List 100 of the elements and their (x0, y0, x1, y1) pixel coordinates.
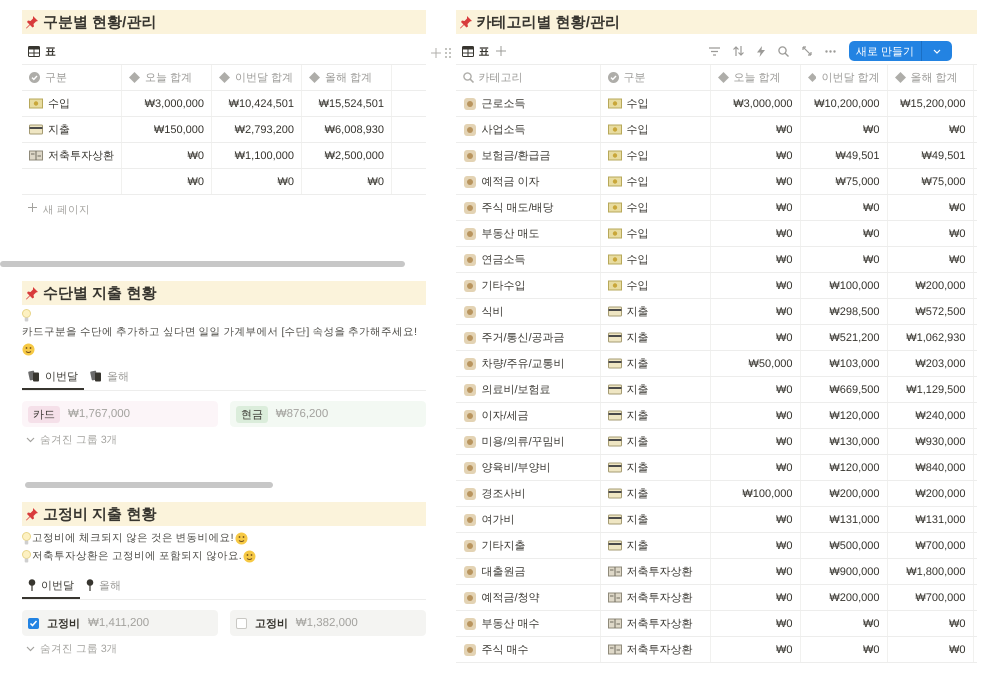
category-label[interactable]: 의료비/보험료 (482, 382, 551, 397)
column-header: 오늘 합계 (145, 71, 192, 85)
type-label: 지출 (626, 461, 649, 475)
table-cell: ₩0 (776, 540, 793, 552)
category-label[interactable]: 기타지출 (482, 538, 526, 553)
diamond-icon (219, 72, 230, 83)
type-label: 저축투자상환 (48, 149, 114, 163)
type-label: 지출 (626, 539, 649, 553)
lightbulb-icon (22, 532, 31, 545)
scrollbar[interactable] (0, 261, 405, 267)
search-icon[interactable] (778, 46, 789, 56)
section-title: 고정비 지출 현황 (43, 504, 156, 524)
category-label[interactable]: 주식 매수 (482, 642, 529, 657)
type-label: 저축투자상환 (626, 565, 693, 579)
category-label[interactable]: 이자/세금 (482, 408, 529, 423)
category-label[interactable]: 사업소득 (482, 122, 526, 137)
pin-icon (25, 15, 39, 29)
view-tab[interactable]: 표 (462, 44, 490, 58)
ledger-icon (608, 592, 622, 603)
note-text: 카드구분을 수단에 추가하고 싶다면 일일 가계부에서 [수단] 속성을 추가해주세요! (22, 325, 418, 340)
table-cell: ₩131,000 (829, 514, 880, 526)
table-cell: ₩0 (776, 254, 793, 266)
lightning-icon[interactable] (756, 46, 765, 56)
more-icon[interactable] (824, 50, 836, 52)
pin-icon (25, 507, 39, 521)
chevron-down-icon (26, 437, 35, 443)
table-cell: ₩200,000 (829, 488, 880, 500)
group-label: 고정비 (47, 616, 80, 630)
category-label[interactable]: 근로소득 (482, 96, 526, 111)
smiley-icon (242, 550, 256, 563)
table-cell: ₩10,200,000 (814, 98, 880, 110)
banknote-icon (608, 254, 622, 265)
group-amount: ₩1,767,000 (68, 408, 130, 420)
table-cell: ₩900,000 (829, 566, 880, 578)
type-label: 수입 (626, 123, 649, 137)
table-cell: ₩0 (776, 618, 793, 630)
category-label[interactable]: 양육비/부양비 (482, 460, 551, 475)
checkbox[interactable] (236, 618, 247, 628)
category-label[interactable]: 연금소득 (482, 252, 526, 267)
plus-icon[interactable] (496, 46, 506, 56)
view-tab[interactable]: 이번달 (22, 364, 84, 390)
type-label: 저축투자상환 (626, 591, 693, 605)
scrollbar[interactable] (25, 482, 273, 488)
diamond-icon (718, 72, 729, 83)
type-label: 수입 (626, 175, 649, 189)
tile-icon (462, 356, 477, 370)
category-label[interactable]: 예적금/청약 (482, 590, 540, 605)
type-label: 지출 (626, 409, 649, 423)
column-header: 올해 합계 (325, 71, 372, 85)
tile-icon (462, 486, 477, 500)
category-label[interactable]: 식비 (482, 304, 504, 319)
type-label: 지출 (626, 435, 649, 449)
banknote-icon (608, 150, 622, 161)
table-cell: ₩103,000 (829, 358, 880, 370)
expand-icon[interactable] (802, 46, 812, 56)
category-label[interactable]: 경조사비 (482, 486, 526, 501)
table-cell: ₩0 (863, 202, 880, 214)
category-label[interactable]: 주식 매도/배당 (482, 200, 554, 215)
category-label[interactable]: 기타수입 (482, 278, 526, 293)
tile-icon (462, 538, 477, 552)
category-label[interactable]: 예적금 이자 (482, 174, 540, 189)
view-tab[interactable]: 이번달 (22, 573, 80, 599)
tile-icon (462, 252, 477, 266)
table-cell: ₩0 (776, 592, 793, 604)
banknote-icon (608, 202, 622, 213)
credit-card-icon (608, 514, 622, 525)
category-label[interactable]: 부동산 매수 (482, 616, 540, 631)
view-tab[interactable]: 표 (28, 44, 56, 58)
caret-icon (933, 48, 941, 54)
table-cell: ₩0 (776, 176, 793, 188)
type-label: 지출 (626, 383, 649, 397)
search-icon (462, 72, 474, 83)
sort-icon[interactable] (732, 46, 744, 56)
credit-card-icon (608, 488, 622, 499)
checkbox[interactable] (28, 618, 39, 628)
new-button[interactable]: 새로 만들기 (848, 41, 952, 61)
check-circle-icon (29, 72, 40, 83)
credit-card-icon (608, 332, 622, 343)
filter-icon[interactable] (708, 46, 720, 56)
category-label[interactable]: 미용/의류/꾸밈비 (482, 434, 565, 449)
category-label[interactable]: 대출원금 (482, 564, 526, 579)
tile-icon (462, 408, 477, 422)
table-cell: ₩0 (949, 618, 966, 630)
diamond-icon (129, 72, 140, 83)
plus-icon[interactable] (430, 48, 441, 58)
category-label[interactable]: 차량/주유/교통비 (482, 356, 565, 371)
category-label[interactable]: 부동산 매도 (482, 226, 540, 241)
check-circle-icon (608, 72, 619, 83)
group-tag: 카드 (28, 406, 60, 422)
banknote-icon (608, 98, 622, 109)
category-label[interactable]: 보험금/환급금 (482, 148, 551, 163)
table-cell: ₩150,000 (154, 124, 204, 136)
table-cell: ₩298,500 (829, 306, 880, 318)
table-cell: ₩0 (776, 150, 793, 162)
category-label[interactable]: 주거/통신/공과금 (482, 330, 565, 345)
category-label[interactable]: 여가비 (482, 512, 515, 527)
tile-icon (462, 434, 477, 448)
drag-handle-icon[interactable] (444, 48, 451, 58)
type-label: 수입 (626, 279, 649, 293)
table-cell: ₩49,501 (922, 150, 966, 162)
